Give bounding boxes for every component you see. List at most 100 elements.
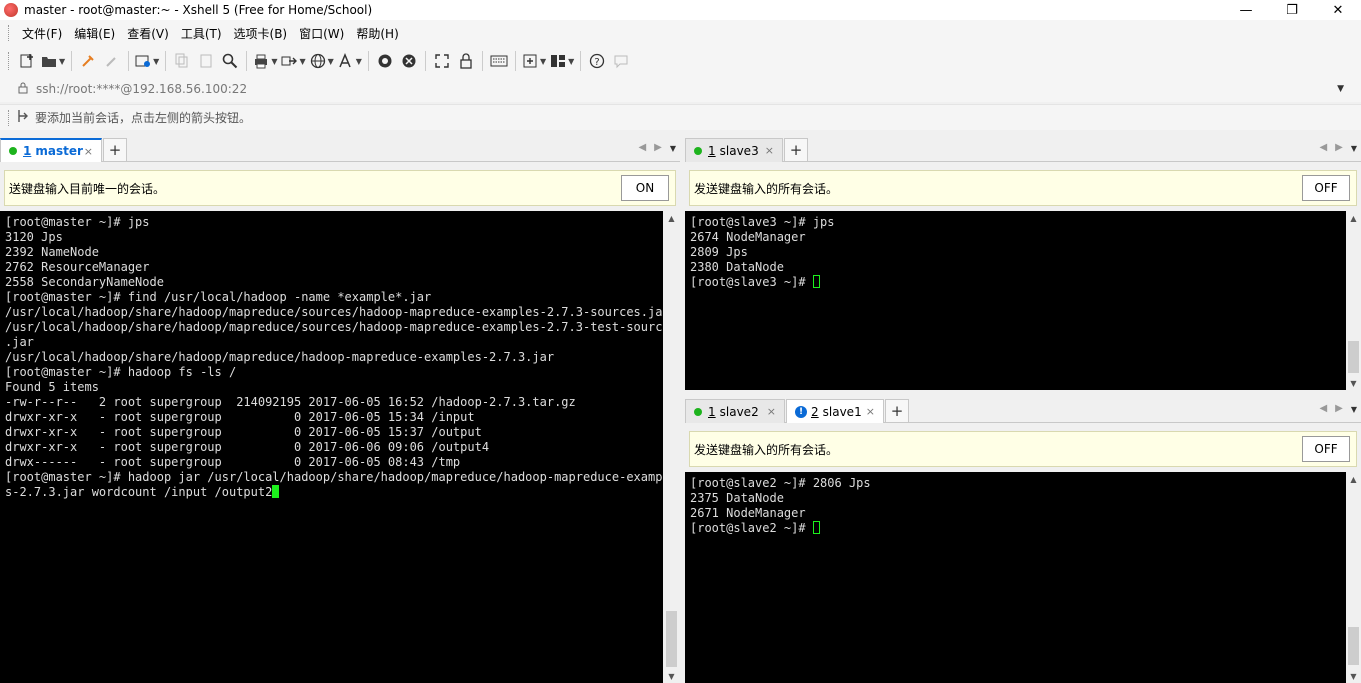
send-input-off-button[interactable]: OFF (1302, 436, 1350, 462)
menu-tabs[interactable]: 选项卡(B) (229, 25, 293, 42)
scroll-up-icon[interactable]: ▲ (664, 211, 679, 225)
tab-master[interactable]: 1 master × (0, 138, 102, 162)
tab-scroll-right-icon[interactable]: ▶ (1335, 142, 1343, 153)
keyboard-icon[interactable] (489, 50, 509, 72)
scroll-down-icon[interactable]: ▼ (664, 669, 679, 683)
terminal-scrollbar[interactable]: ▲ ▼ (664, 211, 679, 683)
terminal-line: 2671 NodeManager (690, 506, 1346, 521)
scroll-down-icon[interactable]: ▼ (1346, 376, 1361, 390)
help-icon[interactable]: ? (587, 50, 607, 72)
toolbar-grip[interactable] (8, 52, 11, 70)
scroll-up-icon[interactable]: ▲ (1346, 211, 1361, 225)
menu-edit[interactable]: 编辑(E) (69, 25, 120, 42)
terminal-line-text: [root@master ~]# find /usr/local/hadoop … (5, 290, 432, 304)
terminal-line-text: /usr/local/hadoop/share/hadoop/mapreduce… (5, 305, 663, 319)
terminal-line: -rw-r--r-- 2 root supergroup 214092195 2… (5, 395, 663, 410)
menu-view[interactable]: 查看(V) (122, 25, 174, 42)
scroll-down-icon[interactable]: ▼ (1346, 669, 1361, 683)
add-session-arrow-icon[interactable] (17, 109, 29, 126)
terminal-scrollbar[interactable]: ▲ ▼ (1346, 211, 1361, 390)
address-input[interactable]: ssh://root:****@192.168.56.100:22 (36, 82, 247, 96)
terminal-line: /usr/local/hadoop/share/hadoop/mapreduce… (5, 305, 663, 320)
tab-nav: ◀ ▶ ▼ (1319, 142, 1357, 153)
properties-icon[interactable]: ▼ (135, 50, 159, 72)
copy-icon[interactable] (172, 50, 192, 72)
font-icon[interactable]: ▼ (338, 50, 362, 72)
terminal-line: drwxr-xr-x - root supergroup 0 2017-06-0… (5, 410, 663, 425)
minimize-button[interactable]: — (1223, 0, 1269, 20)
window-title: master - root@master:~ - Xshell 5 (Free … (24, 3, 373, 17)
transfer-icon[interactable]: ▼ (281, 50, 306, 72)
find-icon[interactable] (220, 50, 240, 72)
scroll-thumb[interactable] (1348, 627, 1359, 665)
send-input-off-button[interactable]: OFF (1302, 175, 1350, 201)
tab-scroll-left-icon[interactable]: ◀ (1319, 142, 1327, 153)
tab-label: master (35, 144, 83, 158)
right-top-tab-row: 1 slave3 × + ◀ ▶ ▼ (685, 136, 1361, 162)
terminal-line: drwxr-xr-x - root supergroup 0 2017-06-0… (5, 440, 663, 455)
menu-help[interactable]: 帮助(H) (351, 25, 403, 42)
globe-icon[interactable]: ▼ (310, 50, 334, 72)
paste-icon[interactable] (196, 50, 216, 72)
print-icon[interactable]: ▼ (253, 50, 277, 72)
tab-scroll-right-icon[interactable]: ▶ (654, 142, 662, 153)
tab-list-dropdown-icon[interactable]: ▼ (670, 144, 676, 153)
terminal-slave3[interactable]: [root@slave3 ~]# jps 2674 NodeManager 2809… (685, 211, 1346, 390)
tab-close-icon[interactable]: × (765, 144, 774, 157)
terminal-scrollbar[interactable]: ▲ ▼ (1346, 472, 1361, 683)
terminal-line-text: 2674 NodeManager (690, 230, 806, 244)
terminal-line: s-2.7.3.jar wordcount /input /output2 (5, 485, 663, 500)
terminal-line-text: drwx------ - root supergroup 0 2017-06-0… (5, 455, 461, 469)
terminal-line: [root@master ~]# hadoop fs -ls / (5, 365, 663, 380)
fullscreen-icon[interactable] (432, 50, 452, 72)
layout-icon[interactable]: ▼ (550, 50, 574, 72)
new-tab-plus-button[interactable]: + (784, 138, 808, 162)
tab-slave2[interactable]: 1 slave2 × (685, 399, 785, 423)
hint-grip[interactable] (8, 109, 11, 126)
menu-file[interactable]: 文件(F) (17, 25, 67, 42)
tab-number: 2 (811, 404, 819, 419)
tab-slave3[interactable]: 1 slave3 × (685, 138, 783, 162)
terminal-line: [root@master ~]# jps (5, 215, 663, 230)
scroll-thumb[interactable] (666, 611, 677, 667)
open-folder-icon[interactable]: ▼ (41, 50, 65, 72)
maximize-button[interactable]: ❐ (1269, 0, 1315, 20)
scroll-up-icon[interactable]: ▲ (1346, 472, 1361, 486)
new-session-icon[interactable] (17, 50, 37, 72)
close-window-button[interactable]: ✕ (1315, 0, 1361, 20)
reconnect-icon[interactable] (78, 50, 98, 72)
banner-text: 发送键盘输入的所有会话。 (694, 181, 839, 196)
menu-window[interactable]: 窗口(W) (294, 25, 349, 42)
terminal-line: drwx------ - root supergroup 0 2017-06-0… (5, 455, 663, 470)
disconnect-icon[interactable] (102, 50, 122, 72)
tab-slave1[interactable]: ! 2 slave1 × (786, 399, 884, 423)
connected-dot-icon (694, 146, 702, 155)
tab-close-icon[interactable]: × (767, 405, 776, 418)
send-input-on-button[interactable]: ON (621, 175, 669, 201)
new-tab-plus-button[interactable]: + (103, 138, 127, 162)
menu-tools[interactable]: 工具(T) (176, 25, 227, 42)
terminal-line-text: 3120 Jps (5, 230, 63, 244)
tab-list-dropdown-icon[interactable]: ▼ (1351, 405, 1357, 414)
tab-list-dropdown-icon[interactable]: ▼ (1351, 144, 1357, 153)
tab-scroll-left-icon[interactable]: ◀ (1319, 403, 1327, 414)
terminal-line-text: s-2.7.3.jar wordcount /input /output2 (5, 485, 273, 499)
tab-scroll-left-icon[interactable]: ◀ (638, 142, 646, 153)
terminal-line: [root@slave3 ~]# jps (690, 215, 1346, 230)
tab-scroll-right-icon[interactable]: ▶ (1335, 403, 1343, 414)
terminal-slave2[interactable]: [root@slave2 ~]# 2806 Jps 2375 DataNode 26… (685, 472, 1346, 683)
tab-number: 1 (708, 143, 716, 158)
right-top-pane-slave3: 1 slave3 × + ◀ ▶ ▼ 发送键盘输入的所有会话。 OFF [roo… (685, 136, 1361, 390)
chat-icon[interactable] (611, 50, 631, 72)
tab-close-icon[interactable]: × (866, 405, 875, 418)
xmanager-icon[interactable] (399, 50, 419, 72)
terminal-master[interactable]: [root@master ~]# jps 3120 Jps 2392 NameNod… (0, 211, 663, 683)
lock-icon[interactable] (456, 50, 476, 72)
tab-close-icon[interactable]: × (84, 145, 93, 158)
xftp-icon[interactable] (375, 50, 395, 72)
address-dropdown-icon[interactable]: ▼ (1337, 84, 1344, 94)
scroll-thumb[interactable] (1348, 341, 1359, 373)
new-tab-plus-button[interactable]: + (885, 399, 909, 423)
new-tab-icon[interactable]: ▼ (522, 50, 546, 72)
menu-grip[interactable] (8, 25, 11, 41)
